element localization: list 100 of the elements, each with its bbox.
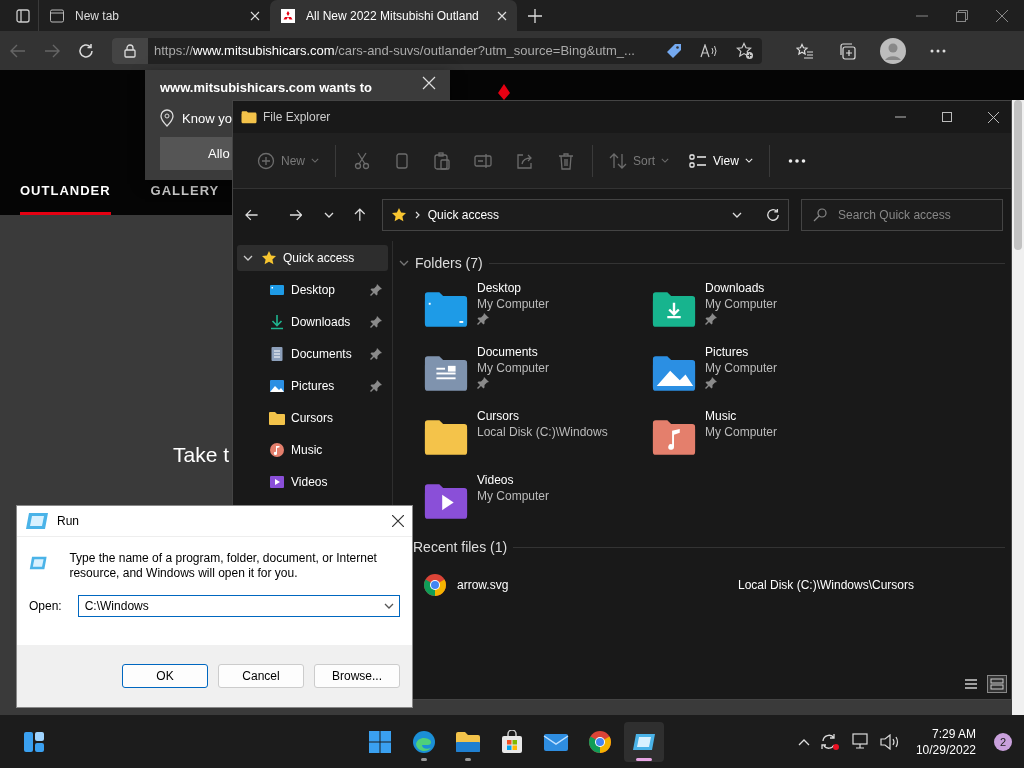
tiles-icon	[990, 678, 1004, 690]
favorites-icon[interactable]	[796, 42, 814, 59]
chevron-down-icon	[399, 260, 409, 266]
collections-icon[interactable]	[838, 41, 856, 60]
speaker-icon[interactable]	[879, 733, 900, 750]
music-icon	[269, 442, 285, 458]
folder-tile[interactable]: Downloads My Computer	[651, 281, 879, 335]
open-label: Open:	[29, 599, 62, 613]
refresh-icon[interactable]	[766, 208, 780, 222]
download-icon	[269, 314, 285, 330]
running-indicator	[421, 757, 427, 761]
permission-request: Know yo	[182, 110, 232, 126]
folder-tile[interactable]: Documents My Computer	[423, 345, 651, 399]
more-icon	[787, 157, 806, 164]
maximize-icon[interactable]	[942, 112, 952, 122]
more-icon[interactable]	[930, 48, 946, 53]
network-icon[interactable]	[849, 732, 870, 751]
section-heading: Folders (7)	[415, 255, 483, 271]
address-field[interactable]: Quick access	[381, 199, 789, 231]
sidebar-item[interactable]: Music	[237, 437, 388, 463]
paste-icon	[434, 151, 450, 170]
dialog-button[interactable]: Browse...	[314, 664, 400, 688]
restore-icon[interactable]	[956, 9, 968, 22]
folder-tile[interactable]: Music My Computer	[651, 409, 879, 463]
profile-avatar-icon[interactable]	[880, 37, 906, 64]
chevron-down-icon	[732, 212, 742, 218]
site-nav-link[interactable]: GALLERY	[150, 183, 220, 215]
close-icon[interactable]	[988, 111, 999, 123]
folder-icon	[423, 417, 469, 457]
shopping-bag-icon	[500, 729, 524, 754]
star-icon	[261, 250, 277, 266]
sidebar-item[interactable]: Cursors	[237, 405, 388, 431]
chevron-down-icon	[384, 603, 394, 609]
dialog-button[interactable]: OK	[122, 664, 208, 688]
widgets-icon	[23, 730, 45, 753]
tab-actions-icon[interactable]	[16, 8, 30, 23]
wave-logo-icon	[412, 729, 436, 754]
cut-icon	[354, 151, 370, 170]
scrollbar[interactable]	[1012, 100, 1024, 715]
chevron-down-icon	[661, 158, 670, 163]
folder-tile[interactable]: Videos My Computer	[423, 473, 651, 527]
desktop-folder-icon	[423, 289, 469, 329]
sync-icon[interactable]	[819, 732, 840, 751]
location-pin-icon	[160, 109, 174, 127]
lock-icon	[124, 43, 136, 58]
hero-heading: Take t	[173, 443, 230, 467]
share-icon	[516, 151, 534, 170]
add-favorite-icon[interactable]	[736, 41, 754, 60]
running-indicator	[465, 757, 471, 761]
sidebar-item[interactable]: Quick access	[237, 245, 388, 271]
search-field[interactable]: Search Quick access	[801, 199, 1003, 231]
read-aloud-icon[interactable]	[700, 43, 718, 58]
plus-icon[interactable]	[528, 8, 542, 23]
trash-icon	[558, 151, 574, 170]
tiles-view-button[interactable]	[987, 675, 1007, 693]
site-nav-link[interactable]: OUTLANDER	[20, 183, 111, 215]
list-view-icon	[689, 152, 708, 169]
chevron-down-icon	[744, 158, 753, 163]
sidebar-item[interactable]: Downloads	[237, 309, 388, 335]
tag-icon[interactable]	[666, 42, 682, 59]
running-indicator	[636, 757, 652, 761]
chrome-logo-icon	[423, 573, 447, 597]
folder-tile[interactable]: Desktop My Computer	[423, 281, 651, 335]
sidebar-item[interactable]: Documents	[237, 341, 388, 367]
clock[interactable]: 7:29 AM 10/29/2022	[915, 726, 976, 757]
chevron-up-icon[interactable]	[797, 737, 810, 746]
dialog-title: Run	[57, 514, 79, 528]
folder-icon	[455, 730, 481, 753]
windows-logo-icon	[368, 729, 392, 754]
refresh-icon[interactable]	[78, 42, 94, 59]
section-heading: Recent files (1)	[413, 539, 508, 555]
up-arrow-icon[interactable]	[354, 208, 366, 222]
address-bar[interactable]: https://www.mitsubishicars.com/cars-and-suvs/outlander?utm_source=Bing&utm_...	[112, 37, 762, 64]
chrome-logo-icon	[588, 729, 612, 754]
desktop-icon	[269, 282, 285, 298]
explorer-title-folder-icon	[241, 110, 257, 124]
notification-badge[interactable]: 2	[994, 732, 1012, 751]
pictures-folder-icon	[651, 353, 697, 393]
close-icon[interactable]	[392, 515, 404, 527]
folder-tile[interactable]: Pictures My Computer	[651, 345, 879, 399]
view-button[interactable]: View	[679, 142, 763, 179]
downloads-folder-icon	[651, 289, 697, 329]
recent-file-row[interactable]: arrow.svg Local Disk (C:)\Windows\Cursors	[423, 573, 915, 597]
folder-tile[interactable]: Cursors Local Disk (C:)\Windows	[423, 409, 651, 463]
video-icon	[269, 474, 285, 490]
sort-icon	[609, 151, 627, 170]
browser-tab[interactable]: All New 2022 Mitsubishi Outland	[270, 0, 517, 31]
rename-icon	[474, 151, 492, 170]
folder-icon	[269, 411, 285, 425]
open-combo-box[interactable]: C:\Windows	[77, 595, 400, 617]
sidebar-item[interactable]: Pictures	[237, 373, 388, 399]
allow-button[interactable]: Allo	[160, 137, 232, 170]
sidebar-item[interactable]: Videos	[237, 469, 388, 495]
dialog-button[interactable]: Cancel	[218, 664, 304, 688]
run-window-icon	[25, 511, 49, 531]
star-icon	[390, 207, 407, 223]
taskbar-app-button[interactable]	[624, 721, 664, 762]
chevron-down-icon	[243, 255, 253, 261]
sidebar-item[interactable]: Desktop	[237, 277, 388, 303]
videos-folder-icon	[423, 481, 469, 521]
